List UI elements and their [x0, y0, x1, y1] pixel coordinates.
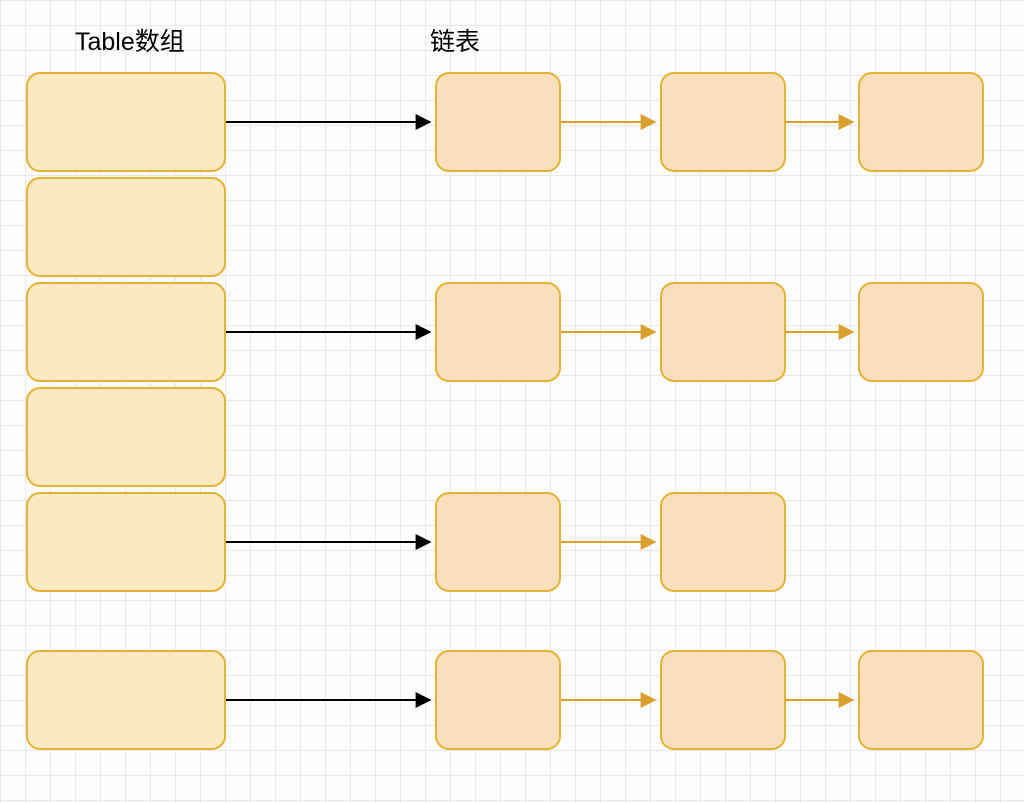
table-slot-3: [26, 387, 226, 487]
table-slot-5: [26, 650, 226, 750]
linked-list-label: 链表: [430, 22, 480, 58]
table-array-label: Table数组: [75, 22, 185, 58]
table-slot-4: [26, 492, 226, 592]
node-4-1: [660, 492, 786, 592]
node-2-0: [435, 282, 561, 382]
node-0-2: [858, 72, 984, 172]
node-5-0: [435, 650, 561, 750]
node-5-2: [858, 650, 984, 750]
table-slot-1: [26, 177, 226, 277]
table-slot-0: [26, 72, 226, 172]
node-5-1: [660, 650, 786, 750]
node-2-2: [858, 282, 984, 382]
node-4-0: [435, 492, 561, 592]
table-slot-2: [26, 282, 226, 382]
node-0-1: [660, 72, 786, 172]
node-0-0: [435, 72, 561, 172]
node-2-1: [660, 282, 786, 382]
